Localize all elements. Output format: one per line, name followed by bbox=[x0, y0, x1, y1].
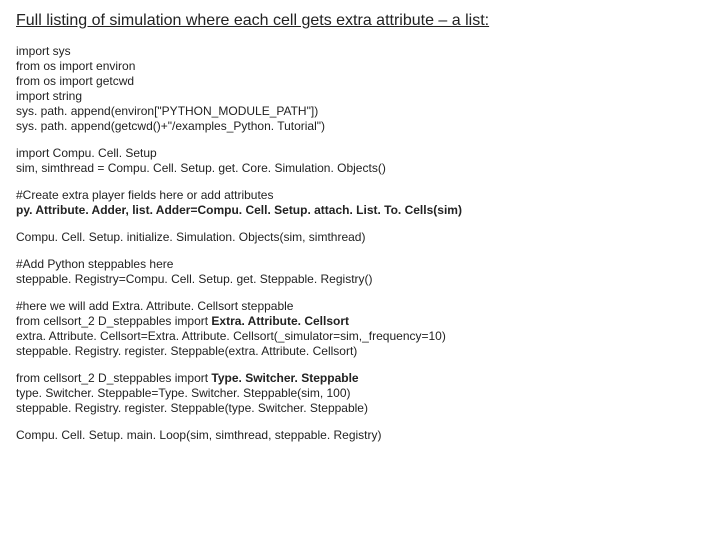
code-block-2: import Compu. Cell. Setup sim, simthread… bbox=[16, 146, 704, 176]
code-line: from cellsort_2 D_steppables import bbox=[16, 314, 211, 328]
code-line: from cellsort_2 D_steppables import bbox=[16, 371, 211, 385]
code-block-6: #here we will add Extra. Attribute. Cell… bbox=[16, 299, 704, 359]
code-line: Compu. Cell. Setup. main. Loop(sim, simt… bbox=[16, 428, 382, 442]
code-line-bold: Type. Switcher. Steppable bbox=[211, 371, 358, 385]
code-line: steppable. Registry. register. Steppable… bbox=[16, 344, 357, 358]
code-line: steppable. Registry. register. Steppable… bbox=[16, 401, 368, 415]
code-line-bold: Extra. Attribute. Cellsort bbox=[211, 314, 349, 328]
code-block-8: Compu. Cell. Setup. main. Loop(sim, simt… bbox=[16, 428, 704, 443]
code-line: type. Switcher. Steppable=Type. Switcher… bbox=[16, 386, 351, 400]
code-line: #here we will add Extra. Attribute. Cell… bbox=[16, 299, 293, 313]
code-line: sys. path. append(environ["PYTHON_MODULE… bbox=[16, 104, 318, 118]
code-line: steppable. Registry=Compu. Cell. Setup. … bbox=[16, 272, 373, 286]
code-line: import Compu. Cell. Setup bbox=[16, 146, 157, 160]
code-line: extra. Attribute. Cellsort=Extra. Attrib… bbox=[16, 329, 446, 343]
code-block-5: #Add Python steppables here steppable. R… bbox=[16, 257, 704, 287]
code-block-3: #Create extra player fields here or add … bbox=[16, 188, 704, 218]
code-line: import string bbox=[16, 89, 82, 103]
code-block-1: import sys from os import environ from o… bbox=[16, 44, 704, 134]
code-line: from os import environ bbox=[16, 59, 135, 73]
code-line: sim, simthread = Compu. Cell. Setup. get… bbox=[16, 161, 386, 175]
code-line: from os import getcwd bbox=[16, 74, 134, 88]
code-line: #Create extra player fields here or add … bbox=[16, 188, 273, 202]
code-line: #Add Python steppables here bbox=[16, 257, 173, 271]
code-line: sys. path. append(getcwd()+"/examples_Py… bbox=[16, 119, 325, 133]
code-block-4: Compu. Cell. Setup. initialize. Simulati… bbox=[16, 230, 704, 245]
code-line: import sys bbox=[16, 44, 71, 58]
code-line: Compu. Cell. Setup. initialize. Simulati… bbox=[16, 230, 365, 244]
page-title: Full listing of simulation where each ce… bbox=[16, 12, 704, 30]
code-line-bold: py. Attribute. Adder, list. Adder=Compu.… bbox=[16, 203, 462, 217]
code-block-7: from cellsort_2 D_steppables import Type… bbox=[16, 371, 704, 416]
